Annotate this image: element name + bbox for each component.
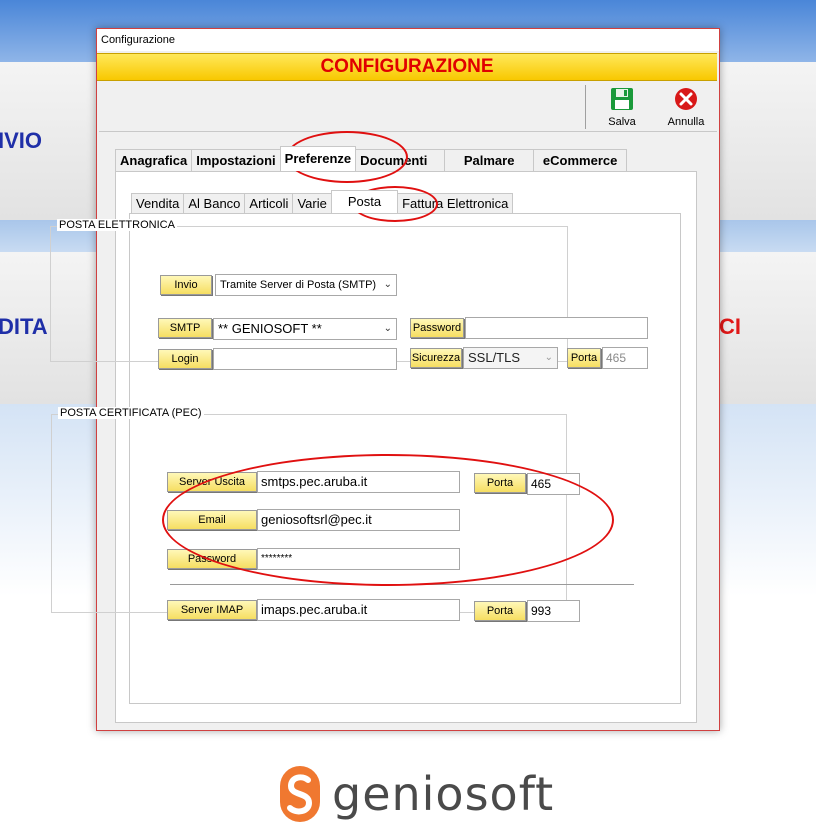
pec-password-field[interactable]: ******** xyxy=(257,548,460,570)
tab-posta[interactable]: Posta xyxy=(330,190,399,213)
app-menu-sales-label[interactable]: DITA xyxy=(0,314,48,340)
pec-email-field[interactable]: geniosoftsrl@pec.it xyxy=(257,509,460,531)
tab-documenti[interactable]: Documenti xyxy=(355,149,446,171)
toolbar-separator xyxy=(585,85,586,129)
pec-group-title: POSTA CERTIFICATA (PEC) xyxy=(58,407,204,419)
send-method-value: Tramite Server di Posta (SMTP) xyxy=(220,279,377,291)
tab-al-banco[interactable]: Al Banco xyxy=(183,193,246,213)
tab-articoli[interactable]: Articoli xyxy=(244,193,294,213)
geniosoft-logo-icon xyxy=(280,766,320,822)
tab-impostazioni[interactable]: Impostazioni xyxy=(191,149,281,171)
security-select[interactable]: SSL/TLS ⌄ xyxy=(463,347,558,369)
tab-vendita[interactable]: Vendita xyxy=(131,193,185,213)
app-menu-archive-label[interactable]: IVIO xyxy=(0,128,42,154)
login-button[interactable]: Login xyxy=(158,349,212,369)
cancel-x-icon xyxy=(675,88,697,110)
tab-preferenze[interactable]: Preferenze xyxy=(279,146,357,171)
tab-fattura-elettronica[interactable]: Fattura Elettronica xyxy=(397,193,514,213)
geniosoft-wordmark: geniosoft xyxy=(332,767,555,821)
geniosoft-logo: geniosoft xyxy=(278,762,554,826)
pec-port-out-button[interactable]: Porta xyxy=(474,473,526,493)
pec-port-out-field[interactable]: 465 xyxy=(527,473,580,495)
chevron-down-icon: ⌄ xyxy=(383,279,392,290)
window-title: Configurazione xyxy=(97,29,719,51)
smtp-select[interactable]: ** GENIOSOFT ** ⌄ xyxy=(213,318,397,340)
password-field[interactable] xyxy=(465,317,648,339)
port-field[interactable]: 465 xyxy=(602,347,648,369)
server-out-button[interactable]: Server Uscita xyxy=(167,472,257,492)
sub-tab-bar: Vendita Al Banco Articoli Varie Posta Fa… xyxy=(131,190,514,213)
imap-button[interactable]: Server IMAP xyxy=(167,600,257,620)
send-method-button[interactable]: Invio xyxy=(160,275,212,295)
login-field[interactable] xyxy=(213,348,397,370)
tab-anagrafica[interactable]: Anagrafica xyxy=(115,149,193,171)
email-group-title: POSTA ELETTRONICA xyxy=(57,219,177,231)
config-banner: CONFIGURAZIONE xyxy=(97,53,717,81)
cancel-button-label: Annulla xyxy=(667,116,705,128)
smtp-button[interactable]: SMTP xyxy=(158,318,212,338)
imap-field[interactable]: imaps.pec.aruba.it xyxy=(257,599,460,621)
cancel-button[interactable]: Annulla xyxy=(657,85,715,129)
pec-divider xyxy=(170,584,634,585)
tab-palmare[interactable]: Palmare xyxy=(444,149,535,171)
tab-varie[interactable]: Varie xyxy=(292,193,332,213)
pec-port-imap-field[interactable]: 993 xyxy=(527,600,580,622)
chevron-down-icon: ⌄ xyxy=(544,352,553,363)
security-button[interactable]: Sicurezza xyxy=(410,348,462,368)
tab-ecommerce[interactable]: eCommerce xyxy=(533,149,628,171)
pec-email-button[interactable]: Email xyxy=(167,510,257,530)
app-menu-clients-label[interactable]: CI xyxy=(719,314,741,340)
security-value: SSL/TLS xyxy=(468,350,521,365)
toolbar: Salva Annulla xyxy=(99,81,717,132)
save-button[interactable]: Salva xyxy=(593,85,651,129)
smtp-value: ** GENIOSOFT ** xyxy=(218,321,322,336)
configuration-window: Configurazione CONFIGURAZIONE Salva Annu… xyxy=(96,28,720,731)
server-out-field[interactable]: smtps.pec.aruba.it xyxy=(257,471,460,493)
port-button[interactable]: Porta xyxy=(567,348,601,368)
save-button-label: Salva xyxy=(608,116,636,128)
password-button[interactable]: Password xyxy=(410,318,464,338)
pec-password-button[interactable]: Password xyxy=(167,549,257,569)
floppy-disk-icon xyxy=(611,88,633,110)
send-method-select[interactable]: Tramite Server di Posta (SMTP) ⌄ xyxy=(215,274,397,296)
chevron-down-icon: ⌄ xyxy=(383,323,392,334)
main-tab-bar: Anagrafica Impostazioni Preferenze Docum… xyxy=(115,146,628,171)
pec-port-imap-button[interactable]: Porta xyxy=(474,601,526,621)
